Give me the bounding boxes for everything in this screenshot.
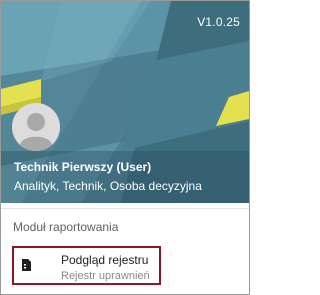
register-document-icon xyxy=(19,258,33,272)
menu-item-sublabel: Rejestr uprawnień xyxy=(61,270,150,282)
app-version: V1.0.25 xyxy=(197,15,240,29)
user-name: Technik Pierwszy (User) xyxy=(14,160,152,174)
menu-item-label: Podgląd rejestru xyxy=(61,253,149,267)
avatar[interactable] xyxy=(12,103,60,151)
default-user-avatar-icon xyxy=(12,103,60,151)
section-divider xyxy=(1,208,249,209)
navigation-drawer: V1.0.25 Technik Pierwszy (User) Analityk… xyxy=(0,0,250,295)
section-title: Moduł raportowania xyxy=(13,220,119,234)
menu-item-register-preview[interactable]: Podgląd rejestru Rejestr uprawnień xyxy=(12,246,161,285)
user-roles: Analityk, Technik, Osoba decyzyjna xyxy=(14,179,202,193)
drawer-header: V1.0.25 Technik Pierwszy (User) Analityk… xyxy=(1,1,249,203)
